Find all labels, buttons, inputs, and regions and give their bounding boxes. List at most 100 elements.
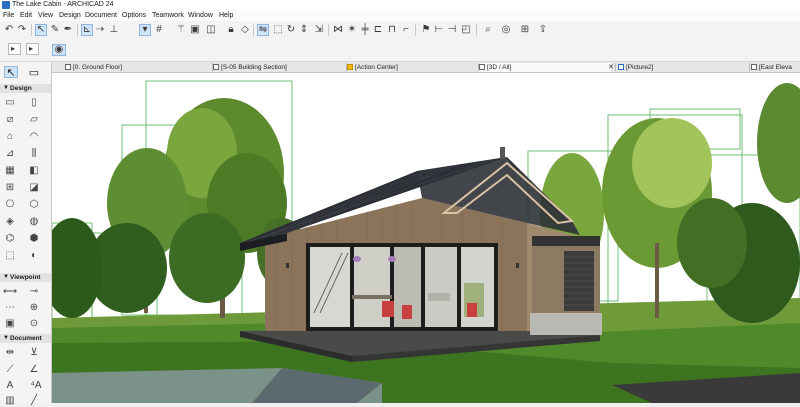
column-tool-icon[interactable]: ▯: [28, 97, 40, 109]
tab-ground-floor[interactable]: [0. Ground Floor]: [65, 63, 175, 72]
window-tool-icon[interactable]: ⊞: [4, 182, 16, 194]
offset-icon[interactable]: ⇲: [313, 24, 325, 36]
angle-dim-tool-icon[interactable]: ∠: [28, 364, 40, 376]
group-icon[interactable]: ◰: [460, 24, 472, 36]
redo-icon[interactable]: ↷: [16, 24, 28, 36]
cursor-arrow-dropdown[interactable]: ▸: [8, 43, 21, 55]
roof-tool-icon[interactable]: ⌂: [4, 131, 16, 143]
grid-snap-icon[interactable]: ▾: [139, 24, 151, 36]
flag-icon[interactable]: ⚑: [420, 24, 432, 36]
lamp-tool-icon[interactable]: ⌬: [4, 233, 16, 245]
opening-tool-icon[interactable]: ⬚: [4, 250, 16, 262]
3d-viewport[interactable]: [52, 73, 800, 403]
align-icon[interactable]: ⊢: [433, 24, 445, 36]
skylight-tool-icon[interactable]: ◪: [28, 182, 40, 194]
object-tool-icon[interactable]: ⎔: [4, 199, 16, 211]
worksheet-tool-icon[interactable]: ⊕: [28, 302, 40, 314]
split-icon[interactable]: ╪: [359, 24, 371, 36]
zone-tool-icon[interactable]: ⬡: [28, 199, 40, 211]
toolbox-section-document[interactable]: ▼ Document: [0, 334, 51, 343]
drag-icon[interactable]: ⬚: [272, 24, 284, 36]
arrow-tool-icon[interactable]: ↖: [4, 66, 18, 79]
toolbox-section-viewpoint[interactable]: ▼ Viewpoint: [0, 273, 51, 282]
toolbox-section-design[interactable]: ▼ Design: [0, 84, 51, 93]
elevation-tool-icon[interactable]: ⊸: [28, 286, 40, 298]
grid-icon[interactable]: #: [153, 24, 165, 36]
guideline-icon[interactable]: ⇢: [94, 24, 106, 36]
tab-picture2[interactable]: [Picture2]: [618, 63, 748, 72]
undo-icon[interactable]: ↶: [3, 24, 15, 36]
label-tool-icon[interactable]: ⁴A: [28, 380, 44, 392]
menu-view[interactable]: View: [37, 11, 54, 20]
select-icon[interactable]: ⊞: [519, 24, 531, 36]
dimension-tool-icon[interactable]: ⇹: [4, 347, 16, 359]
3d-orbit-icon[interactable]: ◎: [500, 24, 512, 36]
menu-file[interactable]: File: [2, 11, 15, 20]
tab-building-section[interactable]: [S-05 Building Section]: [213, 63, 343, 72]
tab-action-center[interactable]: [Action Center]: [347, 63, 477, 72]
morph-tool-icon[interactable]: ◍: [28, 216, 40, 228]
mirror-icon[interactable]: ⇋: [257, 24, 269, 36]
section-label: Design: [10, 85, 32, 92]
syringe-icon[interactable]: ✒: [62, 24, 74, 36]
text-tool-icon[interactable]: A: [4, 380, 16, 392]
menu-teamwork[interactable]: Teamwork: [151, 11, 185, 20]
level-dim-tool-icon[interactable]: ⊻: [28, 347, 40, 359]
zoom-icon[interactable]: ⌕: [482, 24, 494, 36]
shell-tool-icon[interactable]: ◠: [28, 131, 40, 143]
menu-window[interactable]: Window: [187, 11, 214, 20]
dimension-guide-icon[interactable]: ⊥: [108, 24, 120, 36]
orbit-icon[interactable]: ◉: [52, 44, 66, 56]
tab-3d-all[interactable]: [3D / All]: [479, 63, 611, 72]
stair-tool-icon[interactable]: ⊿: [4, 148, 16, 160]
fill-tool-icon[interactable]: ▥: [4, 395, 16, 407]
camera-tool-icon[interactable]: ⊙: [28, 318, 40, 330]
close-tab-icon[interactable]: ✕: [608, 63, 614, 72]
detail-tool-icon[interactable]: ▣: [4, 318, 16, 330]
interior-elevation-tool-icon[interactable]: ⋯: [4, 302, 16, 314]
arrow-select-icon[interactable]: ↖: [35, 24, 47, 36]
marquee-tool-icon[interactable]: ▭: [27, 66, 41, 79]
menu-options[interactable]: Options: [121, 11, 147, 20]
menu-edit[interactable]: Edit: [19, 11, 33, 20]
layers-icon[interactable]: ◫: [205, 24, 217, 36]
suspend-groups-icon[interactable]: ▣: [189, 24, 201, 36]
intersect-icon[interactable]: ⊓: [386, 24, 398, 36]
mesh-tool-icon[interactable]: ◈: [4, 216, 16, 228]
radial-dim-tool-icon[interactable]: ⟋: [4, 364, 16, 376]
line-tool-icon[interactable]: ╱: [28, 395, 40, 407]
tab-label: [East Eleva: [759, 64, 792, 71]
slab-tool-icon[interactable]: ▱: [28, 114, 40, 126]
cw-accessory-tool-icon[interactable]: ⬢: [28, 233, 40, 245]
menu-help[interactable]: Help: [218, 11, 234, 20]
railing-tool-icon[interactable]: ⫼: [28, 148, 40, 160]
collapse-arrow-icon: ▼: [3, 85, 9, 91]
door-tool-icon[interactable]: ◧: [28, 165, 40, 177]
adjust-icon[interactable]: ⊏: [372, 24, 384, 36]
tab-east-elevation[interactable]: [East Eleva: [751, 63, 800, 72]
menu-document[interactable]: Document: [84, 11, 118, 20]
trace-icon[interactable]: ◇: [239, 24, 251, 36]
wall-tool-icon[interactable]: ▭: [4, 97, 16, 109]
publish-icon[interactable]: ⇪: [537, 24, 549, 36]
menu-design[interactable]: Design: [58, 11, 82, 20]
rotate-icon[interactable]: ↻: [285, 24, 297, 36]
lamp2-tool-icon[interactable]: ◐: [28, 250, 40, 262]
archicad-app-icon: [2, 1, 10, 9]
lock-icon[interactable]: 🔒︎: [225, 24, 237, 36]
beam-tool-icon[interactable]: ⧄: [4, 114, 16, 126]
section-tool-icon[interactable]: ⟷: [3, 286, 17, 298]
fillet-icon[interactable]: ⌐: [400, 24, 412, 36]
toolbar-separator: [31, 24, 32, 36]
curtain-wall-tool-icon[interactable]: ▦: [4, 165, 16, 177]
snap-guides-icon[interactable]: ⊾: [81, 24, 93, 36]
menu-bar: File Edit View Design Document Options T…: [0, 10, 800, 21]
select-arrow-dropdown[interactable]: ▸: [26, 43, 39, 55]
stretch-icon[interactable]: ⋈: [332, 24, 344, 36]
elevate-icon[interactable]: ⇕: [298, 24, 310, 36]
toolbar-separator: [476, 24, 477, 36]
explode-icon[interactable]: ✶: [346, 24, 358, 36]
magic-wand-icon[interactable]: ⚚: [175, 24, 187, 36]
distribute-icon[interactable]: ⊣: [446, 24, 458, 36]
eyedropper-icon[interactable]: ✎: [49, 24, 61, 36]
